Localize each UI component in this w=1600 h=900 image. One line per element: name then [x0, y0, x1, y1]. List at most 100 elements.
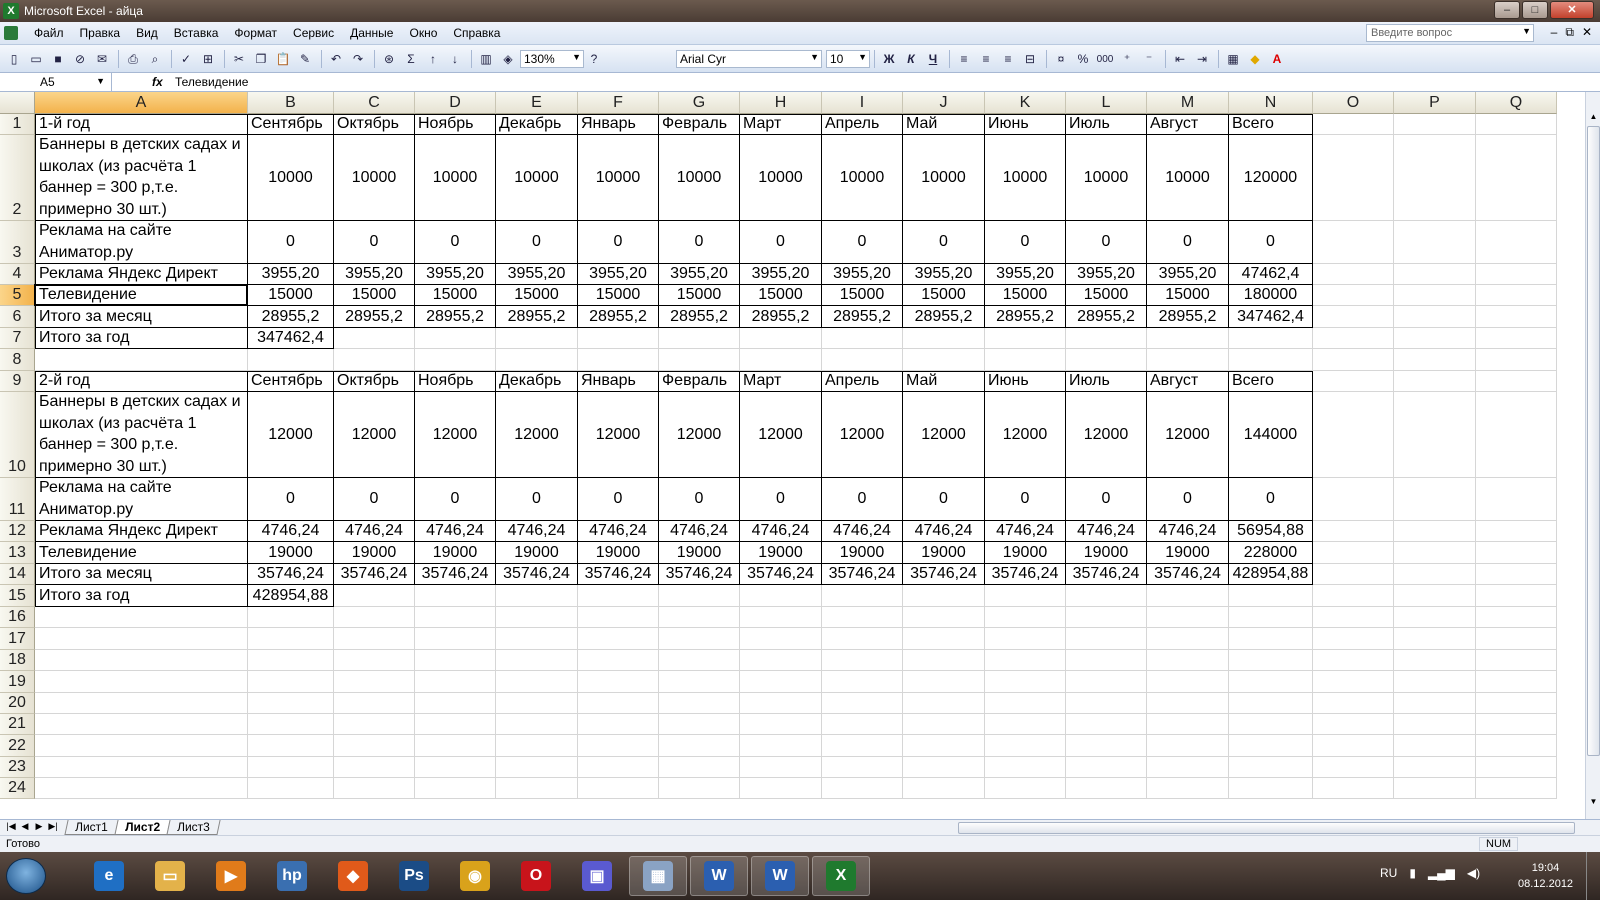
empty-cell[interactable]: [1313, 328, 1394, 349]
value-cell[interactable]: 10000: [415, 135, 496, 221]
value-cell[interactable]: 28955,2: [248, 306, 334, 328]
empty-cell[interactable]: [1066, 585, 1147, 607]
empty-cell[interactable]: [1394, 585, 1476, 607]
empty-cell[interactable]: [578, 778, 659, 799]
empty-cell[interactable]: [740, 757, 822, 778]
row-label-cell[interactable]: 1-й год: [35, 114, 248, 135]
value-cell[interactable]: 10000: [659, 135, 740, 221]
column-header[interactable]: I: [822, 92, 903, 114]
empty-cell[interactable]: [1229, 757, 1313, 778]
value-cell[interactable]: 4746,24: [903, 521, 985, 542]
value-cell[interactable]: 0: [659, 221, 740, 264]
empty-cell[interactable]: [1313, 521, 1394, 542]
excel-icon[interactable]: X: [3, 3, 19, 19]
row-header[interactable]: 24: [0, 778, 35, 799]
percent-button[interactable]: %: [1073, 49, 1093, 69]
month-header-cell[interactable]: Декабрь: [496, 114, 578, 135]
month-header-cell[interactable]: Февраль: [659, 371, 740, 392]
empty-cell[interactable]: [1147, 757, 1229, 778]
empty-cell[interactable]: [1394, 221, 1476, 264]
value-cell[interactable]: 4746,24: [1147, 521, 1229, 542]
empty-cell[interactable]: [1313, 135, 1394, 221]
value-cell[interactable]: 3955,20: [903, 264, 985, 285]
menu-item[interactable]: Вставка: [174, 26, 219, 40]
month-header-cell[interactable]: Всего: [1229, 371, 1313, 392]
empty-cell[interactable]: [1313, 264, 1394, 285]
autosum-button[interactable]: Σ: [401, 49, 421, 69]
empty-cell[interactable]: [1147, 671, 1229, 693]
ie-icon[interactable]: e: [80, 856, 138, 896]
empty-cell[interactable]: [334, 585, 415, 607]
empty-cell[interactable]: [740, 714, 822, 735]
empty-cell[interactable]: [659, 328, 740, 349]
empty-cell[interactable]: [1147, 778, 1229, 799]
column-header[interactable]: B: [248, 92, 334, 114]
font-size-select[interactable]: 10 ▼: [826, 50, 870, 68]
empty-cell[interactable]: [903, 628, 985, 650]
empty-cell[interactable]: [1476, 693, 1557, 714]
empty-cell[interactable]: [415, 607, 496, 628]
empty-cell[interactable]: [415, 349, 496, 371]
month-header-cell[interactable]: Январь: [578, 371, 659, 392]
row-header[interactable]: 9: [0, 371, 35, 392]
save-icon[interactable]: ■: [48, 49, 68, 69]
empty-cell[interactable]: [985, 585, 1066, 607]
excel-icon[interactable]: X: [812, 856, 870, 896]
value-cell[interactable]: 12000: [822, 392, 903, 478]
empty-cell[interactable]: [1066, 714, 1147, 735]
empty-cell[interactable]: [903, 607, 985, 628]
value-cell[interactable]: 12000: [1066, 392, 1147, 478]
maximize-button[interactable]: □: [1522, 1, 1548, 19]
value-cell[interactable]: 0: [578, 221, 659, 264]
value-cell[interactable]: 15000: [659, 285, 740, 306]
row-label-cell[interactable]: Реклама Яндекс Директ: [35, 521, 248, 542]
value-cell[interactable]: 0: [903, 221, 985, 264]
value-cell[interactable]: 19000: [496, 542, 578, 564]
empty-cell[interactable]: [740, 778, 822, 799]
row-header[interactable]: 5: [0, 285, 35, 306]
empty-cell[interactable]: [496, 628, 578, 650]
column-header[interactable]: F: [578, 92, 659, 114]
empty-cell[interactable]: [659, 714, 740, 735]
value-cell[interactable]: 347462,4: [248, 328, 334, 349]
empty-cell[interactable]: [1147, 714, 1229, 735]
empty-cell[interactable]: [740, 628, 822, 650]
value-cell[interactable]: 19000: [578, 542, 659, 564]
vertical-scrollbar[interactable]: ▲ ▼: [1585, 92, 1600, 819]
value-cell[interactable]: 28955,2: [578, 306, 659, 328]
empty-cell[interactable]: [903, 650, 985, 671]
empty-cell[interactable]: [578, 585, 659, 607]
month-header-cell[interactable]: Декабрь: [496, 371, 578, 392]
empty-cell[interactable]: [985, 328, 1066, 349]
empty-cell[interactable]: [1066, 650, 1147, 671]
empty-cell[interactable]: [578, 735, 659, 757]
value-cell[interactable]: 28955,2: [822, 306, 903, 328]
menu-item[interactable]: Справка: [453, 26, 500, 40]
column-header[interactable]: P: [1394, 92, 1476, 114]
empty-cell[interactable]: [496, 693, 578, 714]
column-header[interactable]: Q: [1476, 92, 1557, 114]
cut-icon[interactable]: ✂: [229, 49, 249, 69]
value-cell[interactable]: 10000: [822, 135, 903, 221]
column-header[interactable]: M: [1147, 92, 1229, 114]
row-header[interactable]: 7: [0, 328, 35, 349]
row-label-cell[interactable]: Баннеры в детских садах и школах (из рас…: [35, 135, 248, 221]
empty-cell[interactable]: [578, 349, 659, 371]
empty-cell[interactable]: [1147, 628, 1229, 650]
empty-cell[interactable]: [35, 735, 248, 757]
value-cell[interactable]: 3955,20: [496, 264, 578, 285]
empty-cell[interactable]: [985, 349, 1066, 371]
value-cell[interactable]: 3955,20: [248, 264, 334, 285]
value-cell[interactable]: 12000: [578, 392, 659, 478]
month-header-cell[interactable]: Июль: [1066, 114, 1147, 135]
value-cell[interactable]: 144000: [1229, 392, 1313, 478]
function-icon[interactable]: fx: [152, 75, 163, 89]
value-cell[interactable]: 12000: [740, 392, 822, 478]
photoshop-icon[interactable]: Ps: [385, 856, 443, 896]
empty-cell[interactable]: [1476, 114, 1557, 135]
increase-indent-icon[interactable]: ⇥: [1192, 49, 1212, 69]
empty-cell[interactable]: [35, 714, 248, 735]
empty-cell[interactable]: [1066, 328, 1147, 349]
scroll-thumb[interactable]: [1587, 126, 1600, 756]
empty-cell[interactable]: [822, 585, 903, 607]
